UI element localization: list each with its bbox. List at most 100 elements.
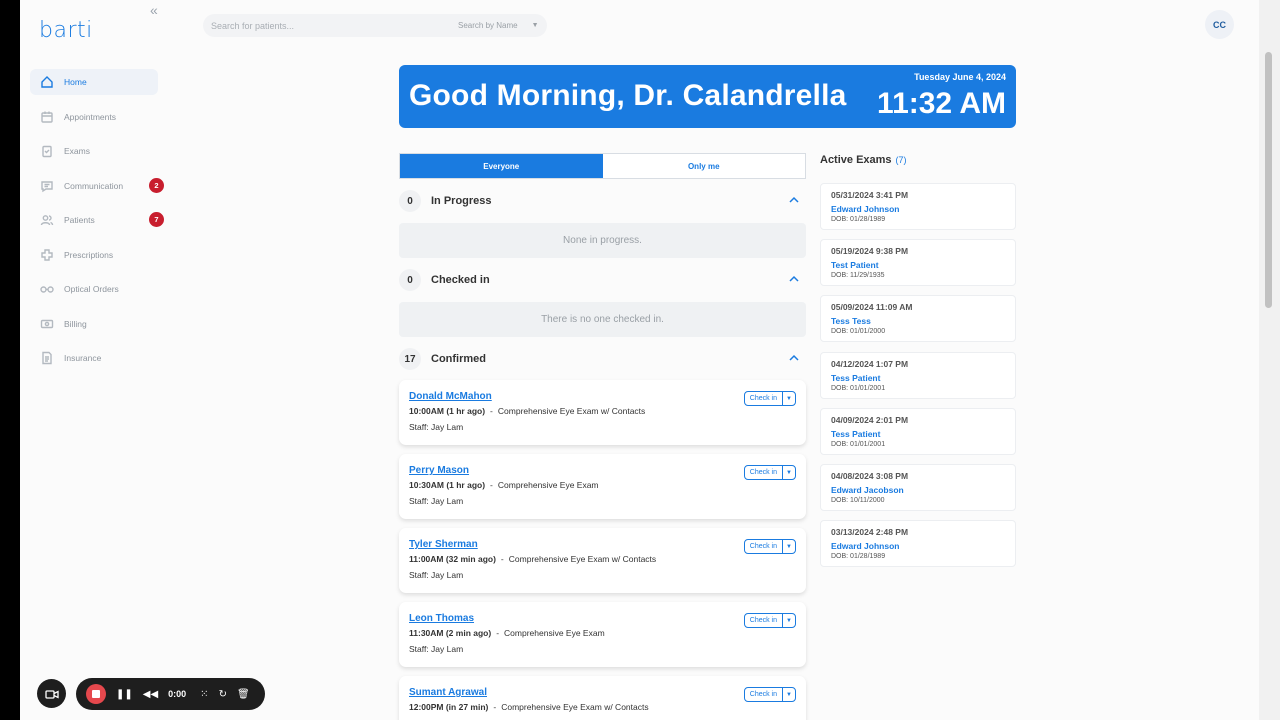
chevron-down-icon[interactable]: ▼ <box>782 466 795 479</box>
sidebar-item-label: Prescriptions <box>64 249 114 260</box>
appointment-type: Comprehensive Eye Exam w/ Contacts <box>497 406 646 416</box>
check-in-button[interactable]: Check in <box>745 466 782 479</box>
active-exams-title: Active Exams <box>820 154 892 166</box>
section-checked-in[interactable]: 0 Checked in <box>399 269 806 291</box>
sidebar-item-home[interactable]: Home <box>30 69 158 95</box>
sidebar-item-billing[interactable]: Billing <box>30 311 158 337</box>
patient-name-link[interactable]: Tyler Sherman <box>409 539 796 550</box>
search-mode-select[interactable]: Search by Name <box>458 21 518 30</box>
tab-only-me[interactable]: Only me <box>602 154 805 178</box>
sidebar-item-label: Home <box>64 77 87 87</box>
exam-patient-name[interactable]: Edward Jacobson <box>831 485 1005 495</box>
patient-name-link[interactable]: Leon Thomas <box>409 613 796 624</box>
appointment-time: 10:30AM (1 hr ago) <box>409 480 486 490</box>
chevron-down-icon[interactable]: ▼ <box>782 688 795 701</box>
camera-icon[interactable] <box>37 679 66 708</box>
sidebar-item-label: Insurance <box>64 353 102 363</box>
sidebar-item-communication[interactable]: Communication 2 <box>30 173 164 199</box>
confirmed-count: 17 <box>399 348 421 370</box>
exam-patient-dob: DOB: 01/28/1989 <box>831 216 886 223</box>
appointment-card: Tyler Sherman 11:00AM (32 min ago) - Compre… <box>399 528 806 593</box>
exam-patient-name[interactable]: Tess Tess <box>831 316 1005 326</box>
chevron-up-icon[interactable] <box>788 273 800 285</box>
current-time: 11:32 AM <box>877 87 1006 120</box>
exam-patient-dob: DOB: 11/29/1935 <box>831 272 885 280</box>
checked-in-label: Checked in <box>431 274 490 286</box>
clipboard-icon <box>40 144 54 158</box>
chevron-down-icon[interactable]: ▼ <box>532 22 539 29</box>
sidebar-item-label: Optical Orders <box>64 284 119 294</box>
sidebar-item-insurance[interactable]: Insurance <box>30 345 158 371</box>
exam-patient-name[interactable]: Edward Johnson <box>831 541 1005 551</box>
recording-timer: 0:00 <box>168 689 187 699</box>
sidebar-item-appointments[interactable]: Appointments <box>30 104 158 130</box>
checked-in-count: 0 <box>399 269 421 291</box>
chevron-up-icon[interactable] <box>788 352 800 364</box>
check-in-button[interactable]: Check in <box>745 392 782 405</box>
sidebar-item-optical-orders[interactable]: Optical Orders <box>30 276 158 302</box>
active-exam-card[interactable]: 04/08/2024 3:08 PM Edward Jacobson DOB: 10… <box>820 464 1016 511</box>
pause-icon[interactable]: ❚❚ <box>116 689 133 700</box>
patient-name-link[interactable]: Sumant Agrawal <box>409 687 796 698</box>
users-icon <box>40 213 54 227</box>
exam-patient-name[interactable]: Edward Johnson <box>831 204 1005 214</box>
chevron-down-icon[interactable]: ▼ <box>782 392 795 405</box>
appointment-card: Leon Thomas 11:30AM (2 min ago) - Comprehen… <box>399 602 806 667</box>
rewind-icon[interactable]: ◀◀ <box>143 689 158 700</box>
check-in-control: Check in ▼ <box>743 465 796 480</box>
exam-datetime: 04/09/2024 2:01 PM <box>831 414 909 425</box>
active-exam-card[interactable]: 05/31/2024 3:41 PM Edward Johnson DOB: 01/… <box>820 183 1016 230</box>
check-in-button[interactable]: Check in <box>745 614 782 627</box>
plus-icon <box>40 248 54 262</box>
recording-toolbar: ❚❚ ◀◀ 0:00 ⁙ ↻ 🗑 <box>76 678 265 710</box>
tab-everyone[interactable]: Everyone <box>400 154 603 178</box>
sidebar-item-label: Appointments <box>64 111 116 122</box>
chevron-down-icon[interactable]: ▼ <box>782 614 795 627</box>
exam-patient-dob: DOB: 01/28/1989 <box>831 553 886 561</box>
exam-patient-name[interactable]: Tess Patient <box>831 373 1005 383</box>
calendar-icon <box>40 110 54 124</box>
chat-icon <box>40 179 54 193</box>
active-exam-card[interactable]: 03/13/2024 2:48 PM Edward Johnson DOB: 01/… <box>820 520 1016 568</box>
search-input[interactable] <box>211 20 446 31</box>
sidebar-item-prescriptions[interactable]: Prescriptions <box>30 242 158 268</box>
appointment-time: 10:00AM (1 hr ago) <box>409 406 486 416</box>
sidebar-item-exams[interactable]: Exams <box>30 138 158 164</box>
patient-name-link[interactable]: Donald McMahon <box>409 391 796 402</box>
stop-recording-button[interactable] <box>86 684 106 704</box>
section-in-progress[interactable]: 0 In Progress <box>399 190 806 212</box>
active-exam-card[interactable]: 05/09/2024 11:09 AM Tess Tess DOB: 01/01/2… <box>820 295 1016 343</box>
active-exam-card[interactable]: 04/12/2024 1:07 PM Tess Patient DOB: 01/01… <box>820 351 1016 399</box>
exam-patient-name[interactable]: Tess Patient <box>831 429 1005 439</box>
section-confirmed[interactable]: 17 Confirmed <box>399 348 806 370</box>
trash-icon[interactable]: 🗑 <box>237 689 250 700</box>
restart-icon[interactable]: ↻ <box>219 689 227 700</box>
chevron-down-icon[interactable]: ▼ <box>782 540 795 553</box>
page-scrollbar[interactable] <box>1259 0 1280 720</box>
chevron-up-icon[interactable] <box>788 194 800 206</box>
exam-datetime: 05/09/2024 11:09 AM <box>831 302 913 313</box>
exam-patient-name[interactable]: Test Patient <box>831 260 1005 270</box>
appointment-staff: Staff: Jay Lam <box>409 496 464 506</box>
exam-datetime: 05/31/2024 3:41 PM <box>831 190 909 200</box>
check-in-button[interactable]: Check in <box>745 688 782 701</box>
exam-patient-dob: DOB: 01/01/2000 <box>831 328 886 336</box>
grid-icon[interactable]: ⁙ <box>200 689 208 700</box>
active-exam-card[interactable]: 05/19/2024 9:38 PM Test Patient DOB: 11/29… <box>820 239 1016 287</box>
appointment-time: 12:00PM (in 27 min) <box>409 702 489 712</box>
scrollbar-thumb[interactable] <box>1265 52 1272 308</box>
in-progress-label: In Progress <box>431 195 492 207</box>
barti-logo[interactable]: barti <box>39 18 93 43</box>
collapse-sidebar-icon[interactable]: « <box>150 2 158 18</box>
in-progress-empty: None in progress. <box>399 223 806 258</box>
filter-tabs: Everyone Only me <box>399 153 806 179</box>
appointment-details: 12:00PM (in 27 min) - Comprehensive Eye Ex… <box>409 702 649 712</box>
appointment-staff: Staff: Jay Lam <box>409 570 464 580</box>
check-in-button[interactable]: Check in <box>745 540 782 553</box>
user-avatar[interactable]: CC <box>1205 10 1234 39</box>
patient-name-link[interactable]: Perry Mason <box>409 465 796 476</box>
sidebar-item-patients[interactable]: Patients 7 <box>30 207 164 233</box>
patient-search: Search by Name ▼ <box>203 14 547 37</box>
active-exam-card[interactable]: 04/09/2024 2:01 PM Tess Patient DOB: 01/01… <box>820 407 1016 455</box>
exam-datetime: 04/12/2024 1:07 PM <box>831 358 909 369</box>
